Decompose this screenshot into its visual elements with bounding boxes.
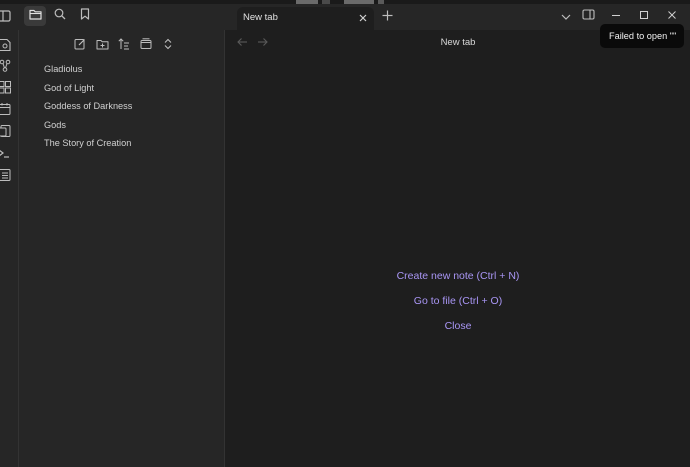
file-item[interactable]: God of Light	[35, 79, 215, 98]
chevron-down-icon	[561, 7, 571, 25]
canvas-icon[interactable]	[0, 80, 12, 94]
error-tooltip: Failed to open ""	[600, 24, 684, 48]
sidebar-toggle-icon[interactable]	[0, 9, 12, 23]
file-list: Gladiolus God of Light Goddess of Darkne…	[35, 60, 215, 153]
command-palette-icon[interactable]	[0, 146, 12, 160]
outline-icon[interactable]	[0, 168, 12, 182]
tab-new-tab[interactable]: New tab	[237, 7, 374, 30]
calendar-icon[interactable]	[0, 102, 12, 116]
right-sidebar-toggle-button[interactable]	[578, 8, 598, 24]
chevrons-up-down-icon	[163, 37, 173, 55]
minimize-icon	[611, 7, 621, 25]
maximize-icon	[639, 7, 649, 25]
left-ribbon	[0, 30, 19, 467]
files-tab-button[interactable]	[24, 6, 46, 26]
sidebar-tab-switcher	[24, 6, 96, 26]
sidebar-right-icon	[581, 7, 595, 25]
new-folder-icon	[96, 37, 109, 55]
close-link[interactable]: Close	[226, 314, 690, 339]
templates-icon[interactable]	[0, 124, 12, 138]
title-bar: New tab	[0, 0, 690, 30]
quick-switcher-icon[interactable]	[0, 38, 12, 52]
file-explorer: Gladiolus God of Light Goddess of Darkne…	[19, 30, 225, 467]
close-icon	[667, 7, 677, 25]
close-icon[interactable]	[356, 11, 370, 25]
maximize-button[interactable]	[634, 8, 654, 24]
tab-title: New tab	[243, 12, 278, 23]
new-folder-button[interactable]	[91, 36, 113, 56]
graph-view-icon[interactable]	[0, 59, 12, 73]
bookmark-icon	[80, 7, 90, 25]
plus-icon	[382, 8, 393, 26]
new-note-button[interactable]	[69, 36, 91, 56]
create-new-note-link[interactable]: Create new note (Ctrl + N)	[226, 264, 690, 289]
minimize-button[interactable]	[606, 8, 626, 24]
window-close-button[interactable]	[662, 8, 682, 24]
sort-icon	[118, 37, 130, 55]
file-item[interactable]: Goddess of Darkness	[35, 97, 215, 116]
new-tab-button[interactable]	[379, 9, 395, 25]
search-icon	[54, 7, 66, 25]
top-strip	[0, 0, 690, 4]
new-note-icon	[74, 37, 86, 55]
file-explorer-toolbar	[69, 36, 179, 56]
collapse-all-button[interactable]	[157, 36, 179, 56]
search-tab-button[interactable]	[49, 6, 71, 26]
file-item[interactable]: The Story of Creation	[35, 134, 215, 153]
file-item[interactable]: Gladiolus	[35, 60, 215, 79]
bookmarks-tab-button[interactable]	[74, 6, 96, 26]
tab-list-button[interactable]	[556, 8, 576, 24]
auto-reveal-button[interactable]	[135, 36, 157, 56]
auto-reveal-icon	[140, 37, 152, 55]
main-content: New tab Create new note (Ctrl + N) Go to…	[226, 30, 690, 467]
folder-icon	[28, 7, 42, 25]
go-to-file-link[interactable]: Go to file (Ctrl + O)	[226, 289, 690, 314]
empty-state-actions: Create new note (Ctrl + N) Go to file (C…	[226, 264, 690, 338]
sort-button[interactable]	[113, 36, 135, 56]
file-item[interactable]: Gods	[35, 116, 215, 135]
